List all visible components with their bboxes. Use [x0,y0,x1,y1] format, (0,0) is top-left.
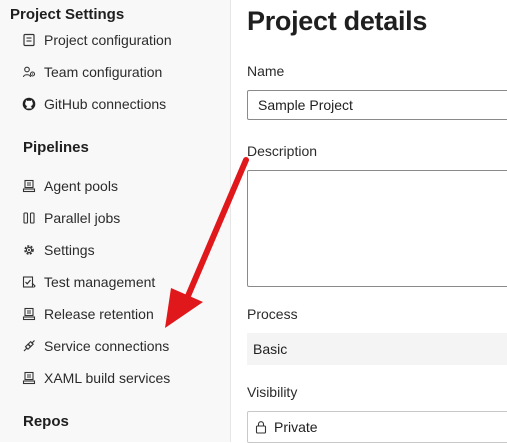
sidebar-item-label: Test management [44,274,156,290]
project-details-panel: Project details Name Description Process… [231,0,507,443]
sidebar-item-label: XAML build services [44,370,171,386]
description-label: Description [247,143,318,159]
process-label: Process [247,306,298,322]
project-name-input[interactable] [247,90,507,120]
sidebar-item-test-management[interactable]: Test management [0,267,230,297]
gear-icon [22,243,36,257]
process-value: Basic [247,333,507,365]
sidebar-item-label: Project configuration [44,32,172,48]
test-management-icon [22,275,36,289]
sidebar-item-label: Release retention [44,306,154,322]
visibility-value: Private [274,419,318,435]
sidebar-item-github-connections[interactable]: GitHub connections [0,89,230,119]
sidebar-item-parallel-jobs[interactable]: Parallel jobs [0,203,230,233]
sidebar-item-label: Service connections [44,338,170,354]
agent-pools-icon [22,179,36,193]
sidebar-item-project-configuration[interactable]: Project configuration [0,25,230,55]
sidebar-item-settings[interactable]: Settings [0,235,230,265]
section-heading-pipelines: Pipelines [23,139,89,156]
team-config-icon [22,65,36,79]
sidebar-item-xaml-build-services[interactable]: XAML build services [0,363,230,393]
sidebar-item-release-retention[interactable]: Release retention [0,299,230,329]
sidebar-item-label: Parallel jobs [44,210,121,226]
sidebar-item-label: Agent pools [44,178,118,194]
sidebar-item-service-connections[interactable]: Service connections [0,331,230,361]
project-config-icon [22,33,36,47]
sidebar-item-agent-pools[interactable]: Agent pools [0,171,230,201]
release-retention-icon [22,307,36,321]
lock-icon [255,421,267,434]
section-heading-repos: Repos [23,413,69,430]
github-icon [22,97,36,111]
visibility-dropdown[interactable]: Private [247,411,507,443]
sidebar-item-team-configuration[interactable]: Team configuration [0,57,230,87]
settings-sidebar: Project Settings Project configuration T… [0,0,231,442]
visibility-label: Visibility [247,384,298,400]
sidebar-item-label: GitHub connections [44,96,167,112]
sidebar-title: Project Settings [10,6,125,23]
parallel-jobs-icon [22,211,36,225]
service-connections-icon [22,339,36,353]
description-field[interactable] [247,170,507,287]
name-label: Name [247,63,285,79]
xaml-build-icon [22,371,36,385]
sidebar-item-label: Settings [44,242,95,258]
sidebar-item-label: Team configuration [44,64,163,80]
page-title: Project details [247,6,428,36]
